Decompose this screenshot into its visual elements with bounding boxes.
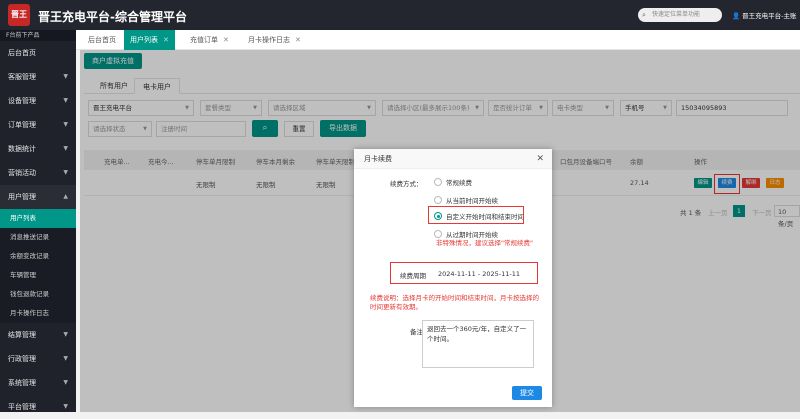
user-menu[interactable]: 👤 晋王充电平台-主账	[732, 10, 797, 20]
radio-label: 从过期时间开始续	[446, 231, 498, 239]
sidebar-item-marketing[interactable]: 营销活动 ▼	[0, 161, 76, 185]
dialog-title: 月卡续费 ✕	[354, 149, 552, 169]
special-case-note: 非特殊情况，建议选择"常规续费"	[436, 239, 533, 247]
sidebar-item-label: 客服管理	[8, 73, 36, 81]
sidebar-header: F台前下产品	[0, 30, 76, 41]
app-title: 晋王充电平台-综合管理平台	[38, 10, 187, 24]
chevron-down-icon: ▼	[63, 403, 68, 410]
sidebar-item-home[interactable]: 后台首页	[0, 41, 76, 65]
period-input[interactable]: 2024-11-11 - 2025-11-11	[438, 270, 520, 278]
radio-regular[interactable]: 常规续费	[434, 177, 472, 187]
tab-user-list[interactable]: 用户列表 ✕	[124, 30, 175, 50]
radio-label: 从当前时间开始续	[446, 197, 498, 205]
close-icon[interactable]: ✕	[536, 149, 544, 169]
sidebar-item-customer-service[interactable]: 客服管理 ▼	[0, 65, 76, 89]
app-logo: 晋王	[8, 4, 30, 26]
close-icon[interactable]: ✕	[295, 36, 301, 44]
sidebar-item-label: 营销活动	[8, 169, 36, 177]
sidebar-item-admin[interactable]: 行政管理 ▼	[0, 347, 76, 371]
chevron-down-icon: ▼	[63, 169, 68, 176]
renew-description: 续费说明：选择月卡的开始时间和结束时间，月卡按选择的时间更新有效期。	[370, 294, 539, 311]
tab-label: 用户列表	[130, 36, 158, 44]
dialog-title-text: 月卡续费	[364, 155, 392, 163]
tab-label: 月卡操作日志	[248, 36, 290, 44]
sidebar-subitem-balance-records[interactable]: 余额变改记录	[0, 247, 76, 266]
chevron-down-icon: ▼	[63, 97, 68, 104]
sidebar-item-label: 设备管理	[8, 97, 36, 105]
radio-circle	[434, 196, 442, 204]
period-label: 续费周期	[400, 272, 426, 280]
sidebar-item-system[interactable]: 系统管理 ▼	[0, 371, 76, 395]
chevron-down-icon: ▼	[63, 145, 68, 152]
chevron-down-icon: ▼	[63, 121, 68, 128]
sidebar-item-orders[interactable]: 订单管理 ▼	[0, 113, 76, 137]
chevron-down-icon: ▼	[63, 355, 68, 362]
chevron-down-icon: ▼	[63, 379, 68, 386]
sidebar-item-label: 数据统计	[8, 145, 36, 153]
tab-label: 充值订单	[190, 36, 218, 44]
radio-from-now[interactable]: 从当前时间开始续	[434, 195, 498, 205]
sidebar-item-label: 订单管理	[8, 121, 36, 129]
sidebar: F台前下产品 后台首页 客服管理 ▼ 设备管理 ▼ 订单管理 ▼ 数据统计 ▼ 营销活动…	[0, 30, 76, 412]
sidebar-item-label: 行政管理	[8, 355, 36, 363]
sidebar-item-label: 用户管理	[8, 193, 36, 201]
sidebar-item-users[interactable]: 用户管理 ▲	[0, 185, 76, 209]
sidebar-item-label: 后台首页	[8, 49, 36, 57]
close-icon[interactable]: ✕	[223, 36, 229, 44]
renew-mode-label: 续费方式：	[390, 180, 423, 188]
top-bar: 晋王 晋王充电平台-综合管理平台 ⌕ 快速定位菜单功能 👤 晋王充电平台-主账	[0, 0, 800, 30]
custom-option-highlight	[428, 206, 524, 224]
sidebar-item-statistics[interactable]: 数据统计 ▼	[0, 137, 76, 161]
menu-search-placeholder: 快速定位菜单功能	[652, 11, 701, 18]
radio-circle	[434, 178, 442, 186]
radio-circle	[434, 230, 442, 238]
sidebar-subitem-push-records[interactable]: 消息推送记录	[0, 228, 76, 247]
tab-label: 后台首页	[88, 36, 116, 44]
radio-from-expiry[interactable]: 从过期时间开始续	[434, 229, 498, 239]
sidebar-subitem-user-list[interactable]: 用户列表	[0, 209, 76, 228]
chevron-down-icon: ▼	[63, 331, 68, 338]
sidebar-item-platform[interactable]: 平台管理 ▼	[0, 395, 76, 419]
tab-monthly-card-log[interactable]: 月卡操作日志 ✕	[242, 30, 307, 50]
sidebar-item-label: 结算管理	[8, 331, 36, 339]
tab-home[interactable]: 后台首页	[82, 30, 122, 50]
sidebar-subitem-monthly-card-log[interactable]: 月卡操作日志	[0, 304, 76, 323]
menu-search-input[interactable]: ⌕ 快速定位菜单功能	[638, 8, 722, 22]
chevron-down-icon: ▼	[63, 73, 68, 80]
user-name: 晋王充电平台-主账	[742, 12, 797, 20]
chevron-up-icon: ▲	[63, 193, 68, 200]
sidebar-item-devices[interactable]: 设备管理 ▼	[0, 89, 76, 113]
sidebar-item-settlement[interactable]: 结算管理 ▼	[0, 323, 76, 347]
sidebar-item-label: 平台管理	[8, 403, 36, 411]
sidebar-item-label: 系统管理	[8, 379, 36, 387]
tab-recharge-orders[interactable]: 充值订单 ✕	[184, 30, 235, 50]
submit-button[interactable]: 提交	[512, 386, 542, 400]
radio-label: 常规续费	[446, 179, 472, 187]
remark-textarea[interactable]: 退回去一个360元/年，自定义了一个时间。	[422, 320, 534, 368]
close-icon[interactable]: ✕	[163, 36, 169, 44]
sidebar-subitem-refunds[interactable]: 钱包退款记录	[0, 285, 76, 304]
sidebar-subitem-vehicles[interactable]: 车辆管理	[0, 266, 76, 285]
tab-bar: 后台首页 用户列表 ✕ 充值订单 ✕ 月卡操作日志 ✕	[76, 30, 800, 50]
search-icon: ⌕	[642, 11, 646, 19]
